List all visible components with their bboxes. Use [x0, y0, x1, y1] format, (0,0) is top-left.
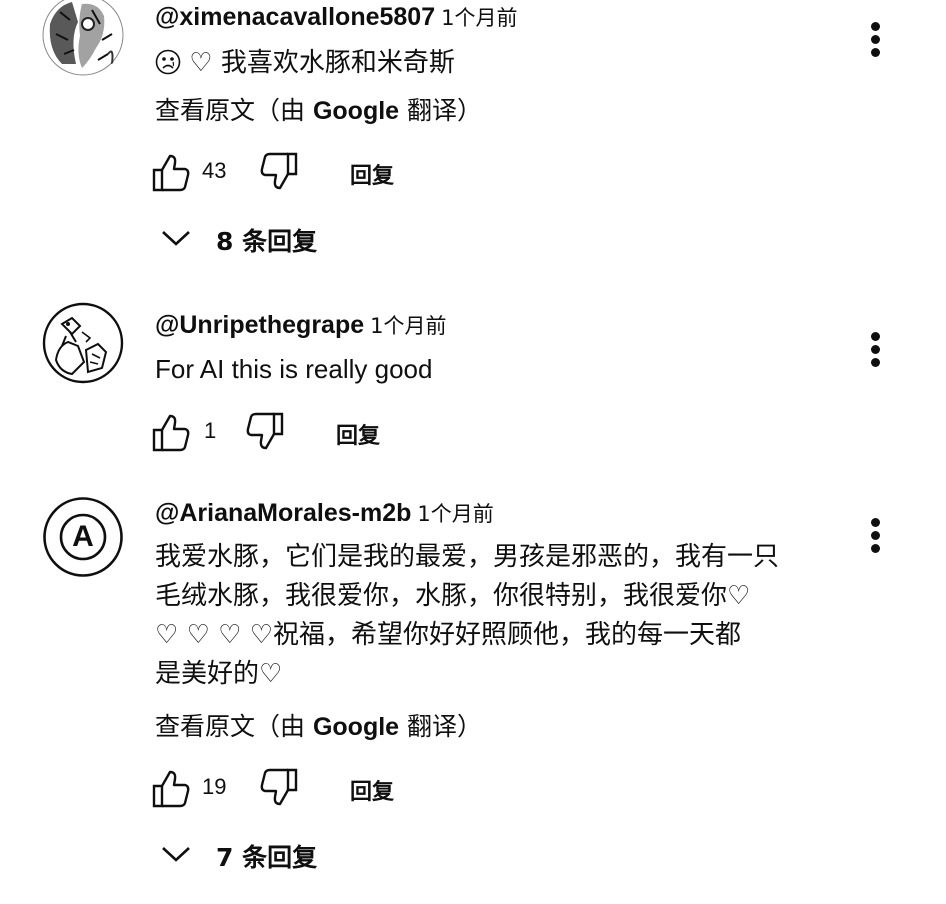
comment-text-line: 毛绒水豚，我很爱你，水豚，你很特别，我很爱你♡ — [155, 577, 835, 616]
comment-text-segment: 祝福，希望你好好照顾他，我的每一天都 — [273, 620, 742, 650]
avatar[interactable] — [42, 302, 124, 384]
avatar-letter: A — [72, 520, 94, 553]
chevron-down-icon — [162, 231, 190, 246]
drawing-avatar-icon — [42, 302, 124, 384]
heart-outline-icon: ♡ — [155, 620, 179, 650]
avatar[interactable]: A — [42, 496, 124, 578]
like-count: 43 — [202, 158, 227, 183]
comment-text-segment: 是美好的 — [155, 659, 260, 689]
photo-avatar-icon — [42, 0, 124, 76]
author-name[interactable]: @ximenacavallone5807 — [155, 3, 435, 31]
thumb-up-icon — [152, 414, 190, 452]
reply-button[interactable]: 回复 — [350, 158, 394, 190]
more-vert-icon[interactable] — [862, 516, 890, 556]
dislike-button[interactable] — [258, 150, 300, 194]
replies-count-label: 7 条回复 — [216, 843, 318, 872]
translate-prefix: 查看原文（由 — [155, 712, 313, 741]
comment-text-line: ♡ ♡ ♡ ♡祝福，希望你好好照顾他，我的每一天都 — [155, 616, 835, 655]
thumb-down-icon — [246, 412, 284, 450]
heart-outline-icon: ♡ — [259, 659, 283, 689]
translate-brand: Google — [312, 713, 400, 741]
dislike-button[interactable] — [244, 410, 286, 454]
view-replies-button[interactable]: 8 条回复 — [160, 220, 360, 260]
like-count: 19 — [202, 774, 227, 799]
comment-text: For AI this is really good — [155, 350, 835, 389]
thumb-up-icon — [152, 770, 190, 808]
comment-text-line: 我爱水豚，它们是我的最爱，男孩是邪恶的，我有一只 — [155, 542, 780, 572]
translate-suffix: 翻译） — [399, 96, 483, 125]
author-name[interactable]: @ArianaMorales-m2b — [155, 499, 411, 527]
more-vert-icon[interactable] — [862, 20, 890, 60]
more-vert-icon[interactable] — [862, 330, 890, 370]
chevron-down-icon — [162, 847, 190, 862]
reply-button[interactable]: 回复 — [336, 418, 380, 450]
sad-face-emoji — [155, 49, 181, 75]
comment-header: @ArianaMorales-m2b 1个月前 — [155, 498, 494, 529]
replies-count-label: 8 条回复 — [216, 227, 318, 256]
see-original-link[interactable]: 查看原文（由 Google 翻译） — [155, 710, 482, 744]
thumb-down-icon — [260, 768, 298, 806]
see-original-link[interactable]: 查看原文（由 Google 翻译） — [155, 94, 482, 128]
comment-text-content: 我喜欢水豚和米奇斯 — [220, 48, 455, 78]
comment-text-segment: 毛绒水豚，我很爱你，水豚，你很特别，我很爱你 — [155, 581, 728, 611]
dislike-button[interactable] — [258, 766, 300, 810]
comment-header: @ximenacavallone5807 1个月前 — [155, 2, 517, 33]
view-replies-button[interactable]: 7 条回复 — [160, 836, 360, 876]
comment-actions: 1 回复 — [150, 410, 450, 454]
comment-text-content: For AI this is really good — [155, 354, 433, 384]
heart-outline-icon: ♡ — [189, 48, 213, 78]
comment-text: ♡ 我喜欢水豚和米奇斯 — [155, 44, 835, 83]
reply-button[interactable]: 回复 — [350, 774, 394, 806]
heart-outline-icon: ♡ — [218, 620, 242, 650]
translate-prefix: 查看原文（由 — [155, 96, 313, 125]
like-button[interactable] — [150, 150, 192, 194]
heart-outline-icon: ♡ — [727, 581, 751, 611]
comment-actions: 19 回复 — [150, 766, 450, 810]
timestamp[interactable]: 1个月前 — [370, 314, 446, 338]
translate-suffix: 翻译） — [399, 712, 483, 741]
like-button[interactable] — [150, 766, 192, 810]
like-count: 1 — [204, 418, 217, 443]
author-name[interactable]: @Unripethegrape — [155, 311, 364, 339]
timestamp[interactable]: 1个月前 — [417, 502, 493, 526]
thumb-up-icon — [152, 154, 190, 192]
like-button[interactable] — [150, 410, 192, 454]
comment-text-line: 是美好的♡ — [155, 655, 835, 694]
heart-outline-icon: ♡ — [186, 620, 210, 650]
heart-outline-icon: ♡ — [249, 620, 274, 650]
comment-text: 我爱水豚，它们是我的最爱，男孩是邪恶的，我有一只 毛绒水豚，我很爱你，水豚，你很… — [155, 538, 835, 694]
translate-brand: Google — [312, 97, 400, 125]
timestamp[interactable]: 1个月前 — [441, 6, 517, 30]
comment-header: @Unripethegrape 1个月前 — [155, 310, 447, 341]
thumb-down-icon — [260, 152, 298, 190]
comment-actions: 43 回复 — [150, 150, 450, 194]
avatar[interactable] — [42, 0, 124, 76]
